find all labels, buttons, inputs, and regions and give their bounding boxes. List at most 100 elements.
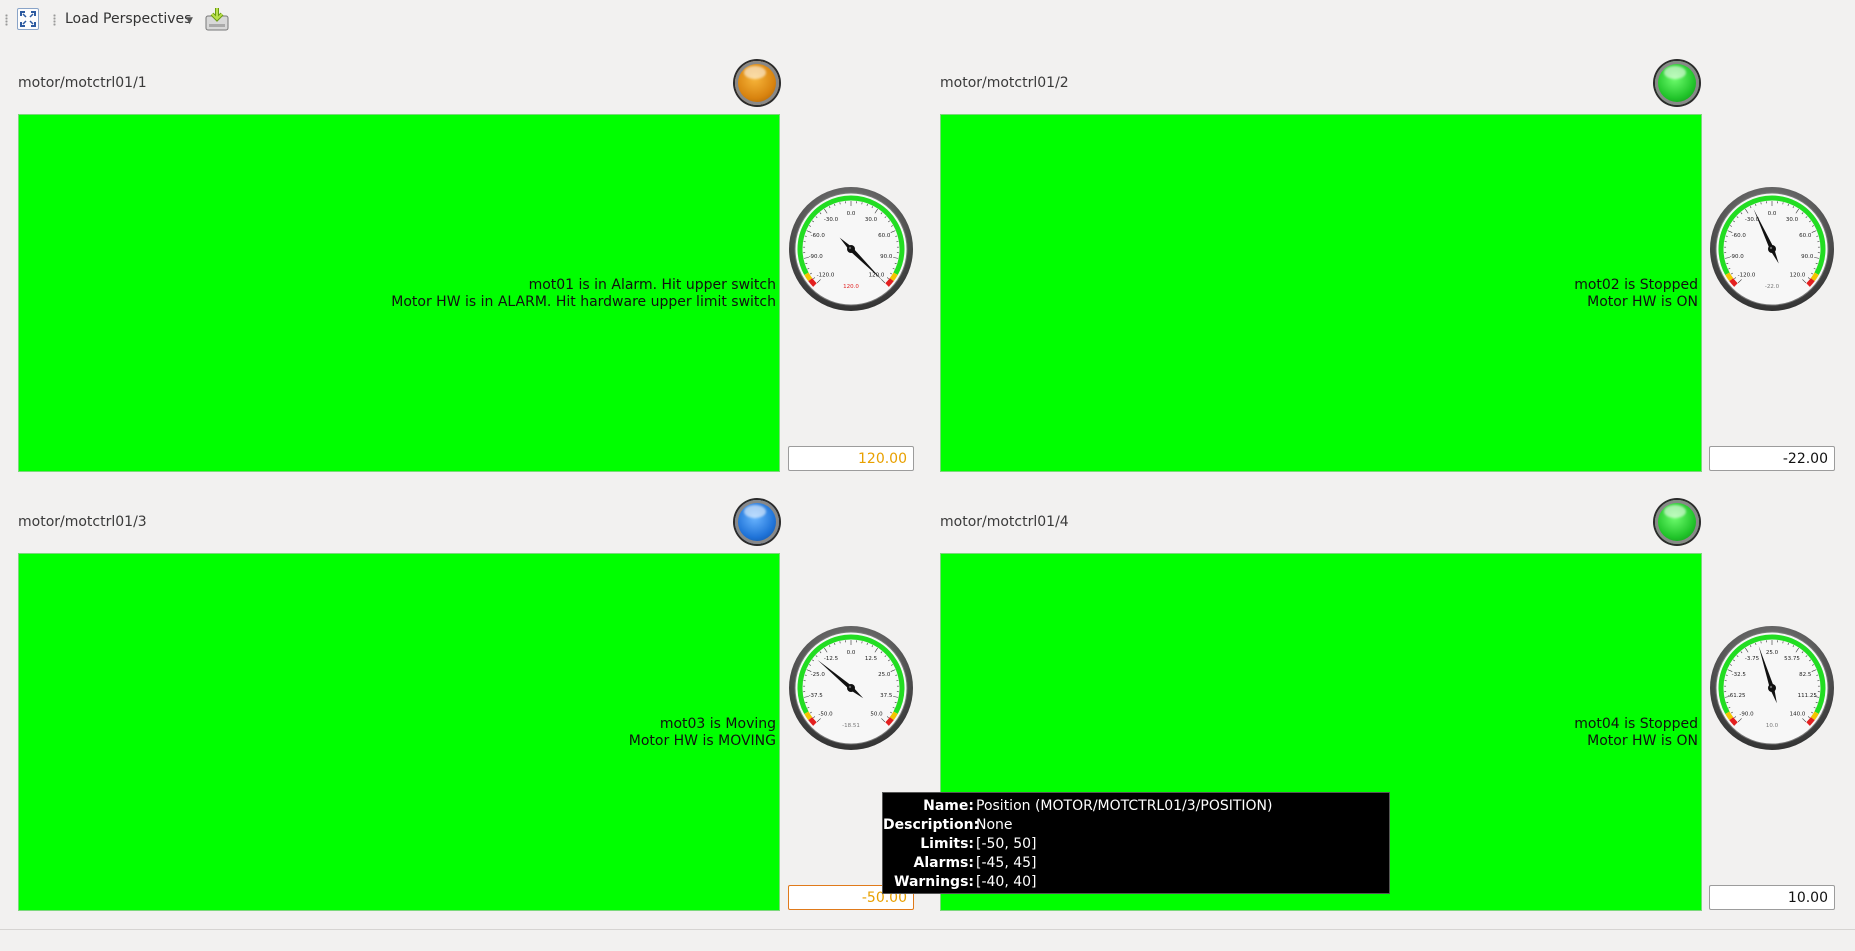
tooltip-key: Name:: [923, 798, 974, 814]
attribute-tooltip: Name: Position (MOTOR/MOTCTRL01/3/POSITIO…: [882, 792, 1390, 894]
gauge-tick-label: 37.5: [880, 693, 893, 699]
gauge-tick-label: 140.0: [1790, 711, 1806, 717]
status-text: mot03 is Moving Motor HW is MOVING: [629, 716, 776, 750]
gauge-tick-label: 30.0: [1786, 217, 1799, 223]
state-led: [1655, 61, 1699, 105]
gauge-tick-label: 30.0: [865, 217, 878, 223]
gauge-tick-label: 120.0: [1790, 272, 1806, 278]
fullscreen-icon[interactable]: [17, 8, 39, 30]
tooltip-key: Warnings:: [894, 874, 974, 890]
gauge-hub-highlight: [1769, 246, 1773, 250]
tooltip-value: Position (MOTOR/MOTCTRL01/3/POSITION): [976, 798, 1273, 814]
gauge-tick-label: -120.0: [1738, 272, 1756, 278]
status-line: mot02 is Stopped: [1574, 277, 1698, 293]
status-line: mot03 is Moving: [659, 716, 776, 732]
gauge-tick-label: 50.0: [870, 711, 883, 717]
status-line: Motor HW is ON: [1587, 294, 1698, 310]
panel-title: motor/motctrl01/2: [940, 75, 1069, 91]
status-line: mot04 is Stopped: [1574, 716, 1698, 732]
gauge-readout: -22.0: [1765, 284, 1780, 290]
gauge-tick-label: 90.0: [880, 254, 893, 260]
gauge-tick-label: -90.0: [1739, 711, 1754, 717]
gauge-hub-highlight: [1769, 685, 1773, 689]
gauge-tick-label: -32.5: [1732, 672, 1747, 678]
gauge-tick-label: 25.0: [878, 672, 891, 678]
state-display: mot01 is in Alarm. Hit upper switch Moto…: [18, 114, 780, 472]
gauge-tick-label: 82.5: [1799, 672, 1812, 678]
position-gauge: -120.0 -90.0 -60.0 -30.0 0.0 30.0 60.0 90.0 120.…: [789, 187, 913, 311]
gauge-tick-label: 60.0: [878, 233, 891, 239]
gauge-tick-label: 0.0: [1768, 211, 1777, 217]
gauge-tick-label: 25.0: [1766, 650, 1779, 656]
gauge-tick-label: -120.0: [817, 272, 835, 278]
gauge-scale-band: [1810, 711, 1819, 721]
gauge-tick-label: 120.0: [869, 272, 885, 278]
status-line: Motor HW is ON: [1587, 733, 1698, 749]
gauge-scale-band: [889, 272, 898, 282]
state-display: mot03 is Moving Motor HW is MOVING: [18, 553, 780, 911]
status-text: mot01 is in Alarm. Hit upper switch Moto…: [391, 277, 776, 311]
tooltip-value: None: [976, 817, 1013, 833]
gauge-scale-band: [1725, 711, 1734, 721]
gauge-tick-label: 60.0: [1799, 233, 1812, 239]
gauge-hub: [847, 245, 855, 253]
gauge-tick-label: -3.75: [1745, 656, 1760, 662]
tooltip-value: [-40, 40]: [976, 874, 1037, 890]
panel-title: motor/motctrl01/1: [18, 75, 147, 91]
gauge-tick-label: -37.5: [809, 693, 824, 699]
gauge-tick-label: -61.25: [1728, 693, 1746, 699]
status-line: mot01 is in Alarm. Hit upper switch: [528, 277, 776, 293]
tooltip-value: [-50, 50]: [976, 836, 1037, 852]
chevron-down-icon[interactable]: ▼: [186, 16, 193, 26]
tooltip-key: Alarms:: [913, 855, 974, 871]
gauge-tick-label: 12.5: [865, 656, 878, 662]
toolbar: Load Perspectives ▼: [0, 0, 1855, 38]
position-value-field[interactable]: 120.00: [788, 446, 914, 471]
gauge-tick-label: 0.0: [847, 211, 856, 217]
tooltip-value: [-45, 45]: [976, 855, 1037, 871]
gauge-readout: 120.0: [843, 284, 859, 290]
gauge-tick-label: 53.75: [1784, 656, 1800, 662]
toolbar-grip[interactable]: [53, 14, 56, 26]
gauge-hub: [1768, 245, 1776, 253]
gauge-tick-label: -30.0: [824, 217, 839, 223]
state-led: [1655, 500, 1699, 544]
gauge-scale-band: [1810, 272, 1819, 282]
gauge-hub: [1768, 684, 1776, 692]
gauge-readout: 10.0: [1766, 723, 1779, 729]
gauge-tick-label: -60.0: [811, 233, 826, 239]
gauge-scale-band: [804, 711, 813, 721]
gauge-hub-highlight: [848, 246, 852, 250]
gauge-tick-label: -60.0: [1732, 233, 1747, 239]
status-line: Motor HW is in ALARM. Hit hardware upper…: [391, 294, 776, 310]
gauge-readout: -18.51: [842, 723, 860, 729]
gauge-tick-label: 0.0: [847, 650, 856, 656]
gauge-tick-label: -90.0: [809, 254, 824, 260]
state-display: mot02 is Stopped Motor HW is ON: [940, 114, 1702, 472]
tooltip-key: Description:: [883, 817, 980, 833]
status-text: mot04 is Stopped Motor HW is ON: [1574, 716, 1698, 750]
gauge-tick-label: -25.0: [811, 672, 826, 678]
gauge-scale-band: [804, 272, 813, 282]
state-led: [735, 500, 779, 544]
panel-title: motor/motctrl01/3: [18, 514, 147, 530]
position-value-field[interactable]: -22.00: [1709, 446, 1835, 471]
gauge-scale-band: [889, 711, 898, 721]
toolbar-grip[interactable]: [5, 14, 8, 26]
position-gauge: -90.0 -61.25 -32.5 -3.75 25.0 53.75 82.5 111.25…: [1710, 626, 1834, 750]
position-value-field[interactable]: 10.00: [1709, 885, 1835, 910]
load-perspectives-button[interactable]: Load Perspectives: [65, 11, 191, 27]
gauge-tick-label: -90.0: [1730, 254, 1745, 260]
position-gauge: -50.0 -37.5 -25.0 -12.5 0.0 12.5 25.0 37.5 50.0 -…: [789, 626, 913, 750]
status-bar-divider: [0, 929, 1855, 930]
status-text: mot02 is Stopped Motor HW is ON: [1574, 277, 1698, 311]
gauge-tick-label: -50.0: [818, 711, 833, 717]
save-perspective-icon[interactable]: [204, 6, 230, 32]
gauge-tick-label: 111.25: [1798, 693, 1818, 699]
gauge-hub-highlight: [848, 685, 852, 689]
panel-title: motor/motctrl01/4: [940, 514, 1069, 530]
gauge-hub: [847, 684, 855, 692]
status-line: Motor HW is MOVING: [628, 733, 776, 749]
position-gauge: -120.0-90.0-60.0-30.00.030.060.090.0120.…: [1710, 187, 1834, 311]
gauge-scale-band: [1725, 272, 1734, 282]
